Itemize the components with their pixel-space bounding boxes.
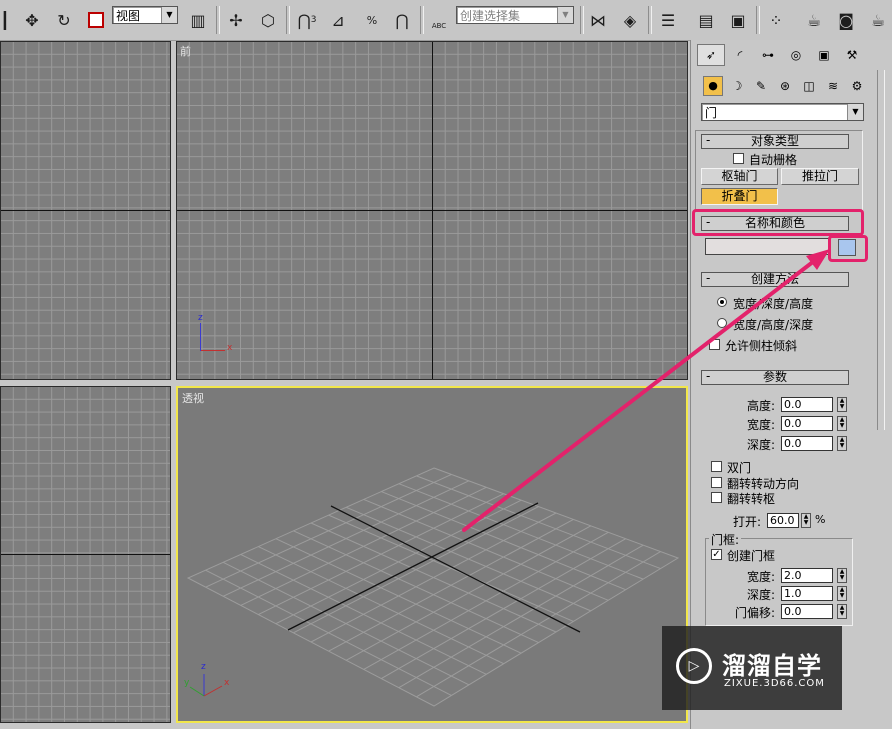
watermark-name: 溜溜自学 [722, 652, 822, 680]
play-logo-icon: ▷ [676, 648, 712, 684]
watermark-url: ZIXUE.3D66.COM [724, 678, 825, 689]
watermark-badge: ▷ 溜溜自学 ZIXUE.3D66.COM [662, 626, 842, 710]
annotation-arrow [462, 249, 830, 532]
